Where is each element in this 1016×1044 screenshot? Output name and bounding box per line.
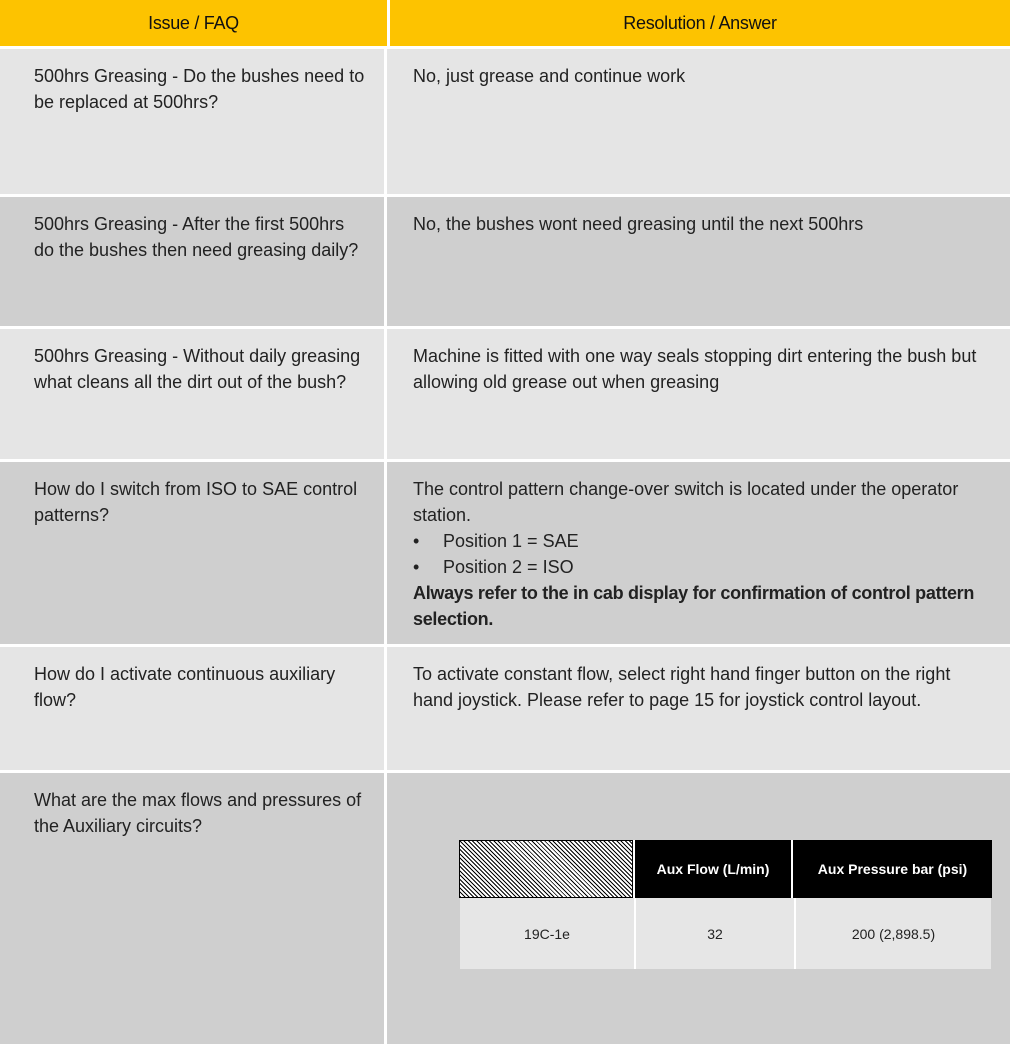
bullet-item: • Position 1 = SAE <box>413 528 984 554</box>
bullet-text: Position 2 = ISO <box>443 557 574 577</box>
aux-flow-cell: 32 <box>636 898 796 969</box>
answer-cell: Machine is fitted with one way seals sto… <box>413 346 977 392</box>
table-row: 500hrs Greasing - Without daily greasing… <box>0 326 1010 459</box>
answer-text: The control pattern change-over switch i… <box>413 479 959 525</box>
table-row: How do I activate continuous auxiliary f… <box>0 644 1010 770</box>
question-cell: What are the max flows and pressures of … <box>0 773 387 1044</box>
table-header: Issue / FAQ Resolution / Answer <box>0 0 1010 46</box>
question-cell: 500hrs Greasing - Do the bushes need to … <box>0 49 387 194</box>
question-cell: 500hrs Greasing - Without daily greasing… <box>0 329 387 459</box>
issue-column-header: Issue / FAQ <box>0 0 390 46</box>
aux-pressure-header: Aux Pressure bar (psi) <box>791 840 992 898</box>
question-cell: How do I activate continuous auxiliary f… <box>0 647 387 770</box>
table-row: How do I switch from ISO to SAE control … <box>0 459 1010 644</box>
bullet-item: • Position 2 = ISO <box>413 554 984 580</box>
aux-table-row: 19C-1e 32 200 (2,898.5) <box>459 898 992 970</box>
resolution-column-header: Resolution / Answer <box>623 12 777 33</box>
table-row: 500hrs Greasing - Do the bushes need to … <box>0 46 1010 194</box>
question-cell: How do I switch from ISO to SAE control … <box>0 462 387 644</box>
table-row: 500hrs Greasing - After the first 500hrs… <box>0 194 1010 326</box>
bullet-text: Position 1 = SAE <box>443 531 579 551</box>
aux-table-header: Aux Flow (L/min) Aux Pressure bar (psi) <box>459 840 992 898</box>
answer-cell: To activate constant flow, select right … <box>413 664 951 710</box>
bullet-icon: • <box>413 531 420 551</box>
hatched-corner-cell <box>459 840 633 898</box>
model-cell: 19C-1e <box>460 898 636 969</box>
question-cell: 500hrs Greasing - After the first 500hrs… <box>0 197 387 326</box>
aux-specs-table: Aux Flow (L/min) Aux Pressure bar (psi) … <box>459 840 992 970</box>
answer-cell: No, the bushes wont need greasing until … <box>413 214 864 234</box>
aux-flow-header: Aux Flow (L/min) <box>633 840 791 898</box>
answer-cell: The control pattern change-over switch i… <box>387 462 1010 644</box>
confirmation-note: Always refer to the in cab display for c… <box>413 583 975 629</box>
bullet-icon: • <box>413 557 420 577</box>
answer-cell: No, just grease and continue work <box>413 66 686 86</box>
aux-pressure-cell: 200 (2,898.5) <box>851 925 936 942</box>
